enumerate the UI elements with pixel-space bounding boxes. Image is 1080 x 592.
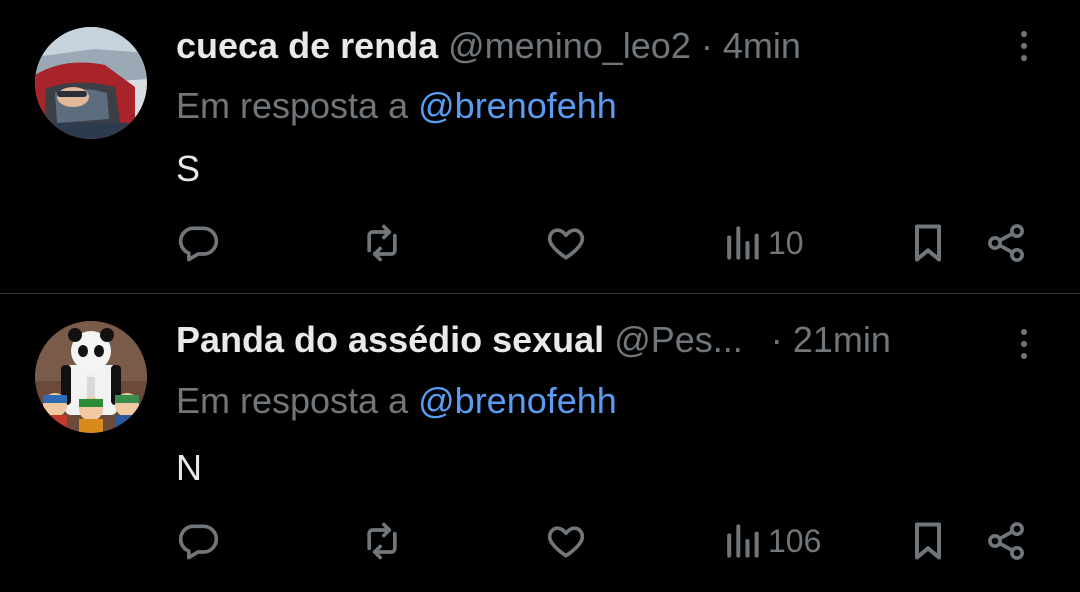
views-count: 106 xyxy=(768,522,822,559)
reply-target-link[interactable]: @brenofehh xyxy=(418,380,617,421)
repost-icon xyxy=(367,224,397,262)
more-icon[interactable] xyxy=(1010,324,1038,364)
like-button[interactable] xyxy=(544,516,588,566)
reply-prefix: Em resposta a xyxy=(176,380,409,421)
share-button[interactable] xyxy=(984,218,1028,268)
tweet-text: N xyxy=(176,447,202,488)
reply-button[interactable] xyxy=(176,218,220,268)
share-button[interactable] xyxy=(984,516,1028,566)
repost-icon xyxy=(367,522,397,560)
action-bar: 10 xyxy=(0,218,1080,268)
like-button[interactable] xyxy=(544,218,588,268)
avatar[interactable] xyxy=(35,321,147,433)
reply-target-link[interactable]: @brenofehh xyxy=(418,85,617,126)
reply-icon xyxy=(178,226,219,262)
display-name[interactable]: cueca de renda xyxy=(176,25,438,66)
reply-context: Em resposta a @brenofehh xyxy=(176,379,617,423)
avatar[interactable] xyxy=(35,27,147,139)
tweet-text: S xyxy=(176,148,201,189)
tweet[interactable]: Panda do assédio sexual @Pes... · 21min … xyxy=(0,294,1080,592)
views-button[interactable]: 10 xyxy=(722,218,804,268)
bookmark-button[interactable] xyxy=(908,516,948,566)
reply-icon xyxy=(178,524,219,560)
separator-dot: · xyxy=(770,319,783,360)
timestamp[interactable]: 4min xyxy=(723,25,801,66)
like-icon xyxy=(547,228,585,260)
separator-dot: · xyxy=(700,25,713,66)
views-icon xyxy=(727,524,759,558)
action-bar: 106 xyxy=(0,516,1080,566)
share-icon xyxy=(988,224,1024,262)
user-handle[interactable]: @menino_leo2 xyxy=(448,25,691,66)
reply-context: Em resposta a @brenofehh xyxy=(176,84,617,128)
repost-button[interactable] xyxy=(360,218,404,268)
tweet-header: cueca de renda @menino_leo2 · 4min xyxy=(176,24,801,68)
views-icon xyxy=(727,226,759,260)
repost-button[interactable] xyxy=(360,516,404,566)
tweet-header: Panda do assédio sexual @Pes... · 21min xyxy=(176,318,891,362)
bookmark-icon xyxy=(914,224,942,262)
views-count: 10 xyxy=(768,224,804,261)
like-icon xyxy=(547,526,585,558)
bookmark-icon xyxy=(914,522,942,560)
more-icon[interactable] xyxy=(1010,26,1038,66)
timestamp[interactable]: 21min xyxy=(793,319,891,360)
reply-button[interactable] xyxy=(176,516,220,566)
panda-cartoon-avatar-image xyxy=(35,321,147,433)
reply-prefix: Em resposta a xyxy=(176,85,409,126)
display-name[interactable]: Panda do assédio sexual xyxy=(176,319,604,360)
views-button[interactable]: 106 xyxy=(722,516,821,566)
user-handle[interactable]: @Pes... xyxy=(614,319,743,360)
share-icon xyxy=(988,522,1024,560)
car-photo-avatar-image xyxy=(35,27,147,139)
bookmark-button[interactable] xyxy=(908,218,948,268)
tweet[interactable]: cueca de renda @menino_leo2 · 4min Em re… xyxy=(0,0,1080,293)
